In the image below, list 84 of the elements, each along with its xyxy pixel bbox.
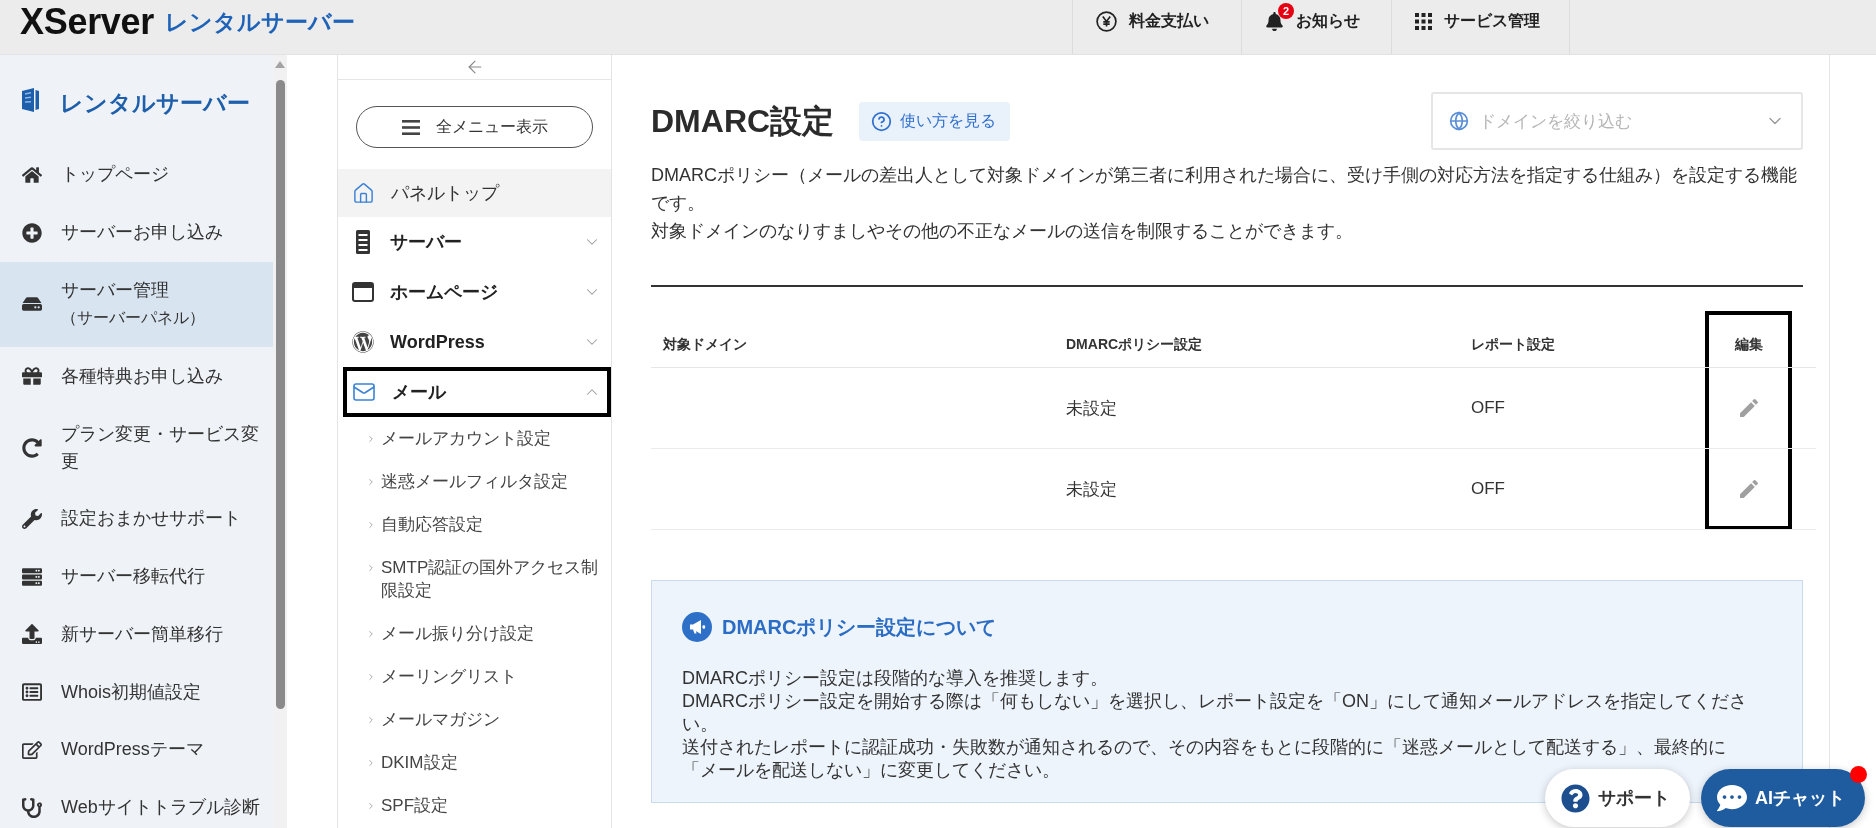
menu-item[interactable]: WordPress: [343, 317, 611, 367]
chevron-right-icon: [366, 671, 376, 682]
submenu-item[interactable]: 自動応答設定: [338, 503, 611, 546]
notification-badge: 2: [1278, 2, 1294, 19]
sidebar-item[interactable]: プラン変更・サービス変更: [0, 405, 273, 490]
menu-icon: [401, 119, 420, 135]
info-text: DMARCポリシー設定は段階的な導入を推奨します。: [682, 667, 1109, 690]
sidebar-title: レンタルサーバー: [60, 89, 250, 118]
globe-icon: [1449, 111, 1469, 131]
submenu-item[interactable]: メールマガジン: [338, 698, 611, 741]
envelope-icon: [352, 380, 376, 404]
table-cell: 未設定: [1054, 449, 1459, 530]
sidebar-item[interactable]: 新サーバー簡単移行: [0, 605, 273, 664]
sidebar-item[interactable]: サーバーお申し込み: [0, 203, 273, 262]
sidebar-item[interactable]: Whois初期値設定: [0, 663, 273, 722]
bell-icon: [1265, 11, 1284, 31]
server-icon: [22, 566, 42, 587]
submenu-item[interactable]: メール振り分け設定: [338, 612, 611, 655]
submenu-item[interactable]: DKIM設定: [338, 741, 611, 784]
yen-circle-icon: [1096, 10, 1117, 32]
support-button[interactable]: サポート: [1545, 769, 1690, 827]
column-header: レポート設定: [1459, 311, 1705, 368]
description-text: DMARCポリシー（メールの差出人として対象ドメインが第三者に利用された場合に、受け手側の対応方法を指定する仕組み）を設定する機能です。: [651, 164, 1798, 215]
logo-wordmark[interactable]: XServer: [20, 4, 154, 40]
menu-item[interactable]: ホームページ: [343, 267, 611, 317]
chevron-right-icon: [366, 476, 376, 487]
header-button[interactable]: 料金支払い: [1072, 0, 1241, 54]
grid-icon: [1415, 12, 1432, 30]
chevron-right-icon: [366, 562, 376, 573]
stethoscope-icon: [22, 797, 42, 818]
sidebar-item[interactable]: トップページ: [0, 146, 273, 204]
description-text: 対象ドメインのなりすましやその他の不正なメールの送信を制限することができます。: [651, 220, 1354, 243]
sidebar-item[interactable]: 各種特典お申し込み: [0, 347, 273, 406]
megaphone-icon: [682, 612, 712, 642]
wordpress-icon: [352, 331, 374, 353]
scrollbar-thumb[interactable]: [275, 80, 285, 709]
info-title: DMARCポリシー設定について: [722, 615, 997, 640]
page-title: DMARC設定: [651, 102, 835, 141]
home-icon: [22, 164, 42, 185]
book-icon: [20, 88, 40, 112]
submenu-item[interactable]: SMTP認証の国外アクセス制限設定: [338, 546, 611, 612]
gift-icon: [22, 366, 42, 387]
arrow-up-icon[interactable]: [275, 61, 285, 68]
chat-button[interactable]: AIチャット: [1701, 769, 1865, 827]
table-cell: OFF: [1459, 368, 1705, 449]
info-text: DMARCポリシー設定を開始する際は「何もしない」を選択し、レポート設定を「ON」にして通知メールアドレスを指定してください。: [682, 690, 1748, 736]
sidebar-item[interactable]: Webサイトトラブル診断: [0, 778, 273, 828]
chevron-right-icon: [366, 800, 376, 811]
table-cell: OFF: [1459, 449, 1705, 530]
chevron-right-icon: [366, 519, 376, 530]
refresh-icon: [22, 437, 42, 458]
chat-bubble-icon: [1717, 783, 1747, 813]
submenu-item[interactable]: 迷惑メールフィルタ設定: [338, 460, 611, 503]
all-menu-button[interactable]: 全メニュー表示: [356, 106, 593, 148]
scrollbar[interactable]: [273, 55, 287, 828]
submenu-item[interactable]: メーリングリスト: [338, 655, 611, 698]
help-button[interactable]: 使い方を見る: [859, 101, 1011, 141]
upload-icon: [22, 624, 42, 645]
chevron-right-icon: [366, 714, 376, 725]
column-header: 対象ドメイン: [651, 311, 1054, 368]
chevron-right-icon: [366, 757, 376, 768]
table-cell: 未設定: [1054, 368, 1459, 449]
logo-product-name: レンタルサーバー: [165, 10, 355, 34]
sidebar-item[interactable]: サーバー移転代行: [0, 547, 273, 606]
column-header: DMARCポリシー設定: [1054, 311, 1459, 368]
list-icon: [22, 682, 42, 703]
menu-item[interactable]: サーバー: [343, 217, 611, 267]
sidebar-item-note: （サーバーパネル）: [61, 307, 206, 328]
header-button[interactable]: 2 お知らせ: [1241, 0, 1391, 54]
column-header: 編集: [1705, 311, 1792, 368]
chevron-right-icon: [366, 433, 376, 444]
sidebar-item[interactable]: サーバー管理 （サーバーパネル）: [0, 261, 273, 348]
menu-item[interactable]: メール: [343, 367, 611, 417]
sidebar-item[interactable]: 設定おまかせサポート: [0, 489, 273, 548]
browser-window-icon: [352, 282, 374, 302]
panel-top-link[interactable]: パネルトップ: [338, 169, 611, 217]
header-button[interactable]: サービス管理: [1391, 0, 1570, 54]
submenu-item[interactable]: SPF設定: [338, 784, 611, 827]
wrench-icon: [22, 508, 42, 529]
submenu-item[interactable]: メールアカウント設定: [338, 417, 611, 460]
chevron-right-icon: [366, 628, 376, 639]
sidebar-item[interactable]: WordPressテーマ: [0, 721, 273, 779]
house-icon: [352, 181, 375, 205]
help-icon: [871, 110, 893, 132]
